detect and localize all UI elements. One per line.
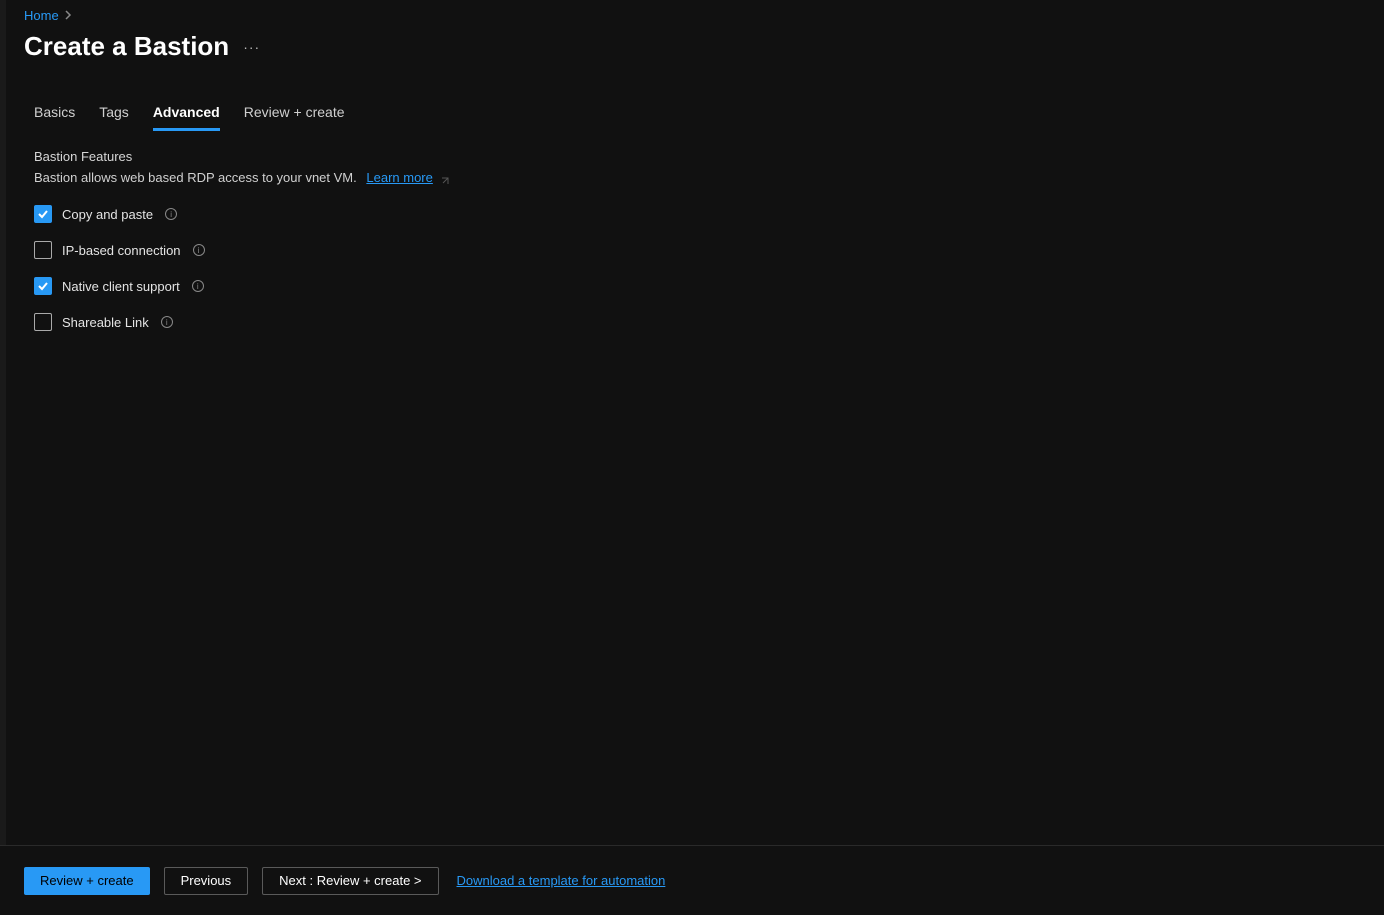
tab-basics[interactable]: Basics bbox=[34, 104, 75, 131]
label-native-client: Native client support bbox=[62, 279, 180, 294]
tab-tags[interactable]: Tags bbox=[99, 104, 129, 131]
breadcrumb: Home bbox=[24, 8, 1384, 23]
label-shareable-link: Shareable Link bbox=[62, 315, 149, 330]
external-link-icon bbox=[440, 174, 450, 184]
info-icon[interactable]: i bbox=[161, 316, 173, 328]
feature-native-client: Native client support i bbox=[34, 277, 1384, 295]
tab-advanced[interactable]: Advanced bbox=[153, 104, 220, 131]
feature-copy-paste: Copy and paste i bbox=[34, 205, 1384, 223]
section-heading: Bastion Features bbox=[24, 149, 1384, 164]
label-ip-based: IP-based connection bbox=[62, 243, 181, 258]
checkbox-shareable-link[interactable] bbox=[34, 313, 52, 331]
section-desc-text: Bastion allows web based RDP access to y… bbox=[34, 170, 357, 185]
next-button[interactable]: Next : Review + create > bbox=[262, 867, 438, 895]
section-description: Bastion allows web based RDP access to y… bbox=[24, 170, 1384, 185]
download-template-link[interactable]: Download a template for automation bbox=[457, 873, 666, 888]
title-row: Create a Bastion ··· bbox=[24, 31, 1384, 62]
info-icon[interactable]: i bbox=[165, 208, 177, 220]
checkbox-copy-paste[interactable] bbox=[34, 205, 52, 223]
chevron-right-icon bbox=[65, 9, 73, 23]
label-copy-paste: Copy and paste bbox=[62, 207, 153, 222]
tab-review-create[interactable]: Review + create bbox=[244, 104, 345, 131]
breadcrumb-home[interactable]: Home bbox=[24, 8, 59, 23]
checkbox-native-client[interactable] bbox=[34, 277, 52, 295]
review-create-button[interactable]: Review + create bbox=[24, 867, 150, 895]
info-icon[interactable]: i bbox=[193, 244, 205, 256]
learn-more-link[interactable]: Learn more bbox=[366, 170, 432, 185]
previous-button[interactable]: Previous bbox=[164, 867, 249, 895]
checkbox-ip-based[interactable] bbox=[34, 241, 52, 259]
feature-shareable-link: Shareable Link i bbox=[34, 313, 1384, 331]
info-icon[interactable]: i bbox=[192, 280, 204, 292]
footer: Review + create Previous Next : Review +… bbox=[0, 845, 1384, 915]
tabs: Basics Tags Advanced Review + create bbox=[24, 104, 1384, 131]
page-title: Create a Bastion bbox=[24, 31, 229, 62]
feature-ip-based: IP-based connection i bbox=[34, 241, 1384, 259]
page-content: Home Create a Bastion ··· Basics Tags Ad… bbox=[0, 0, 1384, 915]
more-icon[interactable]: ··· bbox=[243, 39, 260, 55]
features-list: Copy and paste i IP-based connection i N… bbox=[24, 205, 1384, 331]
